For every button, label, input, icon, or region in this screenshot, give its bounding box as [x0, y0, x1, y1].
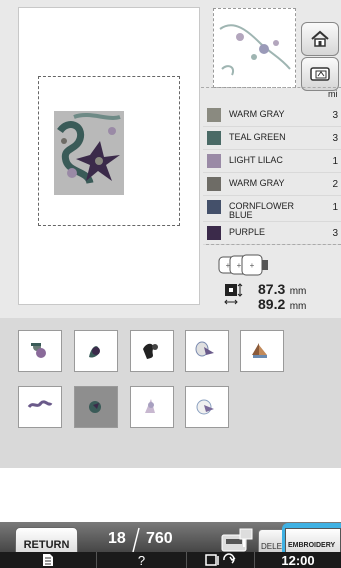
svg-text:+: +: [250, 261, 255, 270]
hoop-frames-icon: + + +: [218, 254, 268, 276]
home-icon: [311, 30, 329, 47]
thread-swatch: [207, 177, 221, 191]
thread-color-list: WARM GRAY 3 TEAL GREEN 3 LIGHT LILAC 1 WARM GR…: [203, 106, 341, 247]
pattern-button-9[interactable]: [185, 386, 229, 428]
thread-swatch: [207, 200, 221, 214]
svg-text:+: +: [226, 261, 231, 270]
pattern-4-icon: [195, 341, 214, 357]
embroidery-label: EMBROIDERY: [288, 541, 336, 549]
thread-color-row: CORNFLOWER BLUE 1: [203, 198, 341, 222]
thread-swatch: [207, 154, 221, 168]
thread-color-row: TEAL GREEN 3: [203, 129, 341, 150]
width-unit: mm: [289, 301, 307, 312]
thread-swatch: [207, 131, 221, 145]
colors-header: mi: [328, 89, 338, 99]
height-value: 87.3: [258, 281, 286, 297]
clock: 12:00: [255, 552, 341, 568]
document-button[interactable]: [0, 552, 97, 568]
pattern-thumbnail: [213, 8, 296, 88]
sewing-machine-icon: [310, 67, 330, 81]
document-icon: [43, 554, 53, 566]
thread-color-row: PURPLE 3: [203, 224, 341, 245]
height-unit: mm: [289, 286, 307, 297]
thread-color-count: 3: [332, 110, 338, 121]
pattern-1-icon: [31, 343, 46, 358]
pattern-6-icon: [27, 400, 53, 408]
pattern-preview-image: [54, 111, 124, 195]
pattern-9-icon: [196, 399, 214, 415]
pattern-8-icon: [145, 399, 155, 413]
thread-color-name: PURPLE: [229, 227, 266, 237]
size-icon: [224, 283, 243, 305]
thread-color-row: WARM GRAY 3: [203, 106, 341, 127]
presser-foot-button[interactable]: [187, 552, 255, 568]
clock-time: 12:00: [281, 552, 315, 568]
home-button[interactable]: [301, 22, 339, 56]
pattern-selection-grid: [0, 318, 341, 468]
divider: [201, 87, 341, 90]
divider: [206, 244, 341, 245]
pattern-5-icon: [252, 343, 267, 358]
width-value: 89.2: [258, 296, 286, 312]
status-bar: ? 12:00: [0, 552, 341, 568]
memory-used-value: 18: [108, 530, 126, 547]
pattern-button-5[interactable]: [240, 330, 284, 372]
thread-color-name: WARM GRAY: [229, 109, 285, 119]
thread-swatch: [207, 108, 221, 122]
thread-color-name: LIGHT LILAC: [229, 155, 283, 165]
help-button[interactable]: ?: [97, 552, 187, 568]
thread-color-count: 2: [332, 179, 338, 190]
thread-color-count: 1: [332, 202, 338, 213]
pattern-button-4[interactable]: [185, 330, 229, 372]
svg-text:+: +: [237, 261, 242, 270]
thread-color-count: 3: [332, 228, 338, 239]
pattern-button-3[interactable]: [130, 330, 174, 372]
thread-color-count: 3: [332, 133, 338, 144]
presser-foot-icon: [204, 553, 235, 566]
thread-color-row: LIGHT LILAC 1: [203, 152, 341, 173]
thread-color-count: 1: [332, 156, 338, 167]
pattern-button-6[interactable]: [18, 386, 62, 428]
size-readout: 87.3 mm 89.2 mm: [258, 281, 307, 312]
machine-settings-button[interactable]: [301, 57, 339, 91]
memory-total-value: 760: [146, 530, 173, 547]
pattern-button-2[interactable]: [74, 330, 118, 372]
thread-color-row: WARM GRAY 2: [203, 175, 341, 196]
thread-color-name: TEAL GREEN: [229, 132, 286, 142]
pattern-button-1[interactable]: [18, 330, 62, 372]
thread-swatch: [207, 226, 221, 240]
pattern-2-icon: [89, 346, 100, 358]
thread-color-name: CORNFLOWER BLUE: [229, 201, 294, 220]
pattern-button-8[interactable]: [130, 386, 174, 428]
pattern-3-icon: [143, 343, 158, 359]
help-label: ?: [137, 552, 146, 568]
pattern-7-icon: [89, 401, 101, 413]
thread-color-name: WARM GRAY: [229, 178, 285, 188]
pattern-button-7[interactable]: [74, 386, 118, 428]
